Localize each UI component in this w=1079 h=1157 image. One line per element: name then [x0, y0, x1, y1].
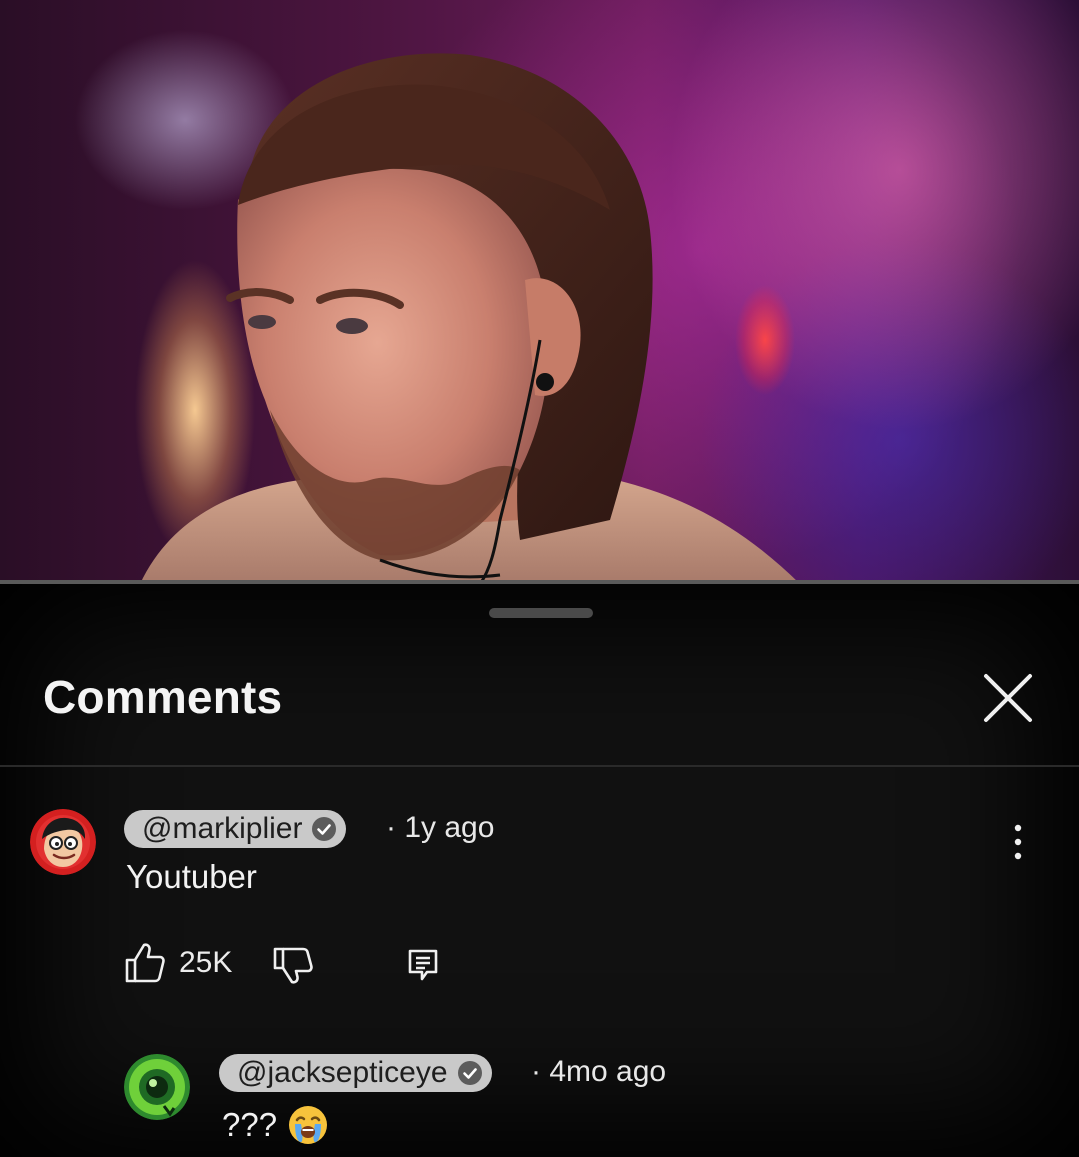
author-handle[interactable]: @markiplier [124, 810, 347, 848]
comment-text: ??? [222, 1106, 278, 1143]
jacksepticeye-avatar-icon [124, 1054, 190, 1120]
reply-button[interactable] [407, 948, 439, 982]
comment-timestamp: · 4mo ago [531, 1055, 667, 1088]
close-icon [984, 674, 1032, 722]
comments-sheet: Comments @markiplier · 1y ago Youtuber 2… [0, 584, 1079, 1157]
comment-timestamp: · 1y ago [386, 811, 495, 844]
like-count: 25K [179, 946, 233, 979]
avatar[interactable] [124, 1054, 190, 1120]
close-button[interactable] [978, 668, 1038, 728]
thumbs-up-icon [125, 943, 165, 983]
reply-item: @jacksepticeye · 4mo ago ??? [0, 1052, 1079, 1157]
comment-text: Youtuber [126, 858, 257, 895]
comment-item: @markiplier · 1y ago Youtuber 25K [0, 806, 1079, 1006]
thumbs-down-icon [273, 947, 313, 984]
sheet-drag-handle[interactable] [489, 608, 593, 618]
video-player[interactable] [0, 0, 1079, 584]
video-frame-image [140, 53, 800, 584]
dislike-button[interactable] [272, 946, 314, 986]
verified-checkmark-icon [457, 1061, 482, 1085]
author-handle-text: @markiplier [142, 812, 303, 845]
header-divider [0, 765, 1079, 767]
author-handle-text: @jacksepticeye [237, 1056, 448, 1089]
comment-text-row: ??? [222, 1104, 329, 1146]
verified-checkmark-icon [312, 817, 337, 841]
vertical-dots-icon [1014, 824, 1022, 860]
comment-reply-icon [408, 949, 438, 981]
avatar[interactable] [30, 809, 96, 875]
author-handle[interactable]: @jacksepticeye [219, 1054, 492, 1092]
loudly-crying-face-icon [289, 1106, 328, 1144]
like-button[interactable] [124, 940, 166, 984]
more-options-button[interactable] [1006, 822, 1030, 862]
markiplier-avatar-icon [30, 809, 96, 875]
comments-title: Comments [43, 671, 283, 723]
